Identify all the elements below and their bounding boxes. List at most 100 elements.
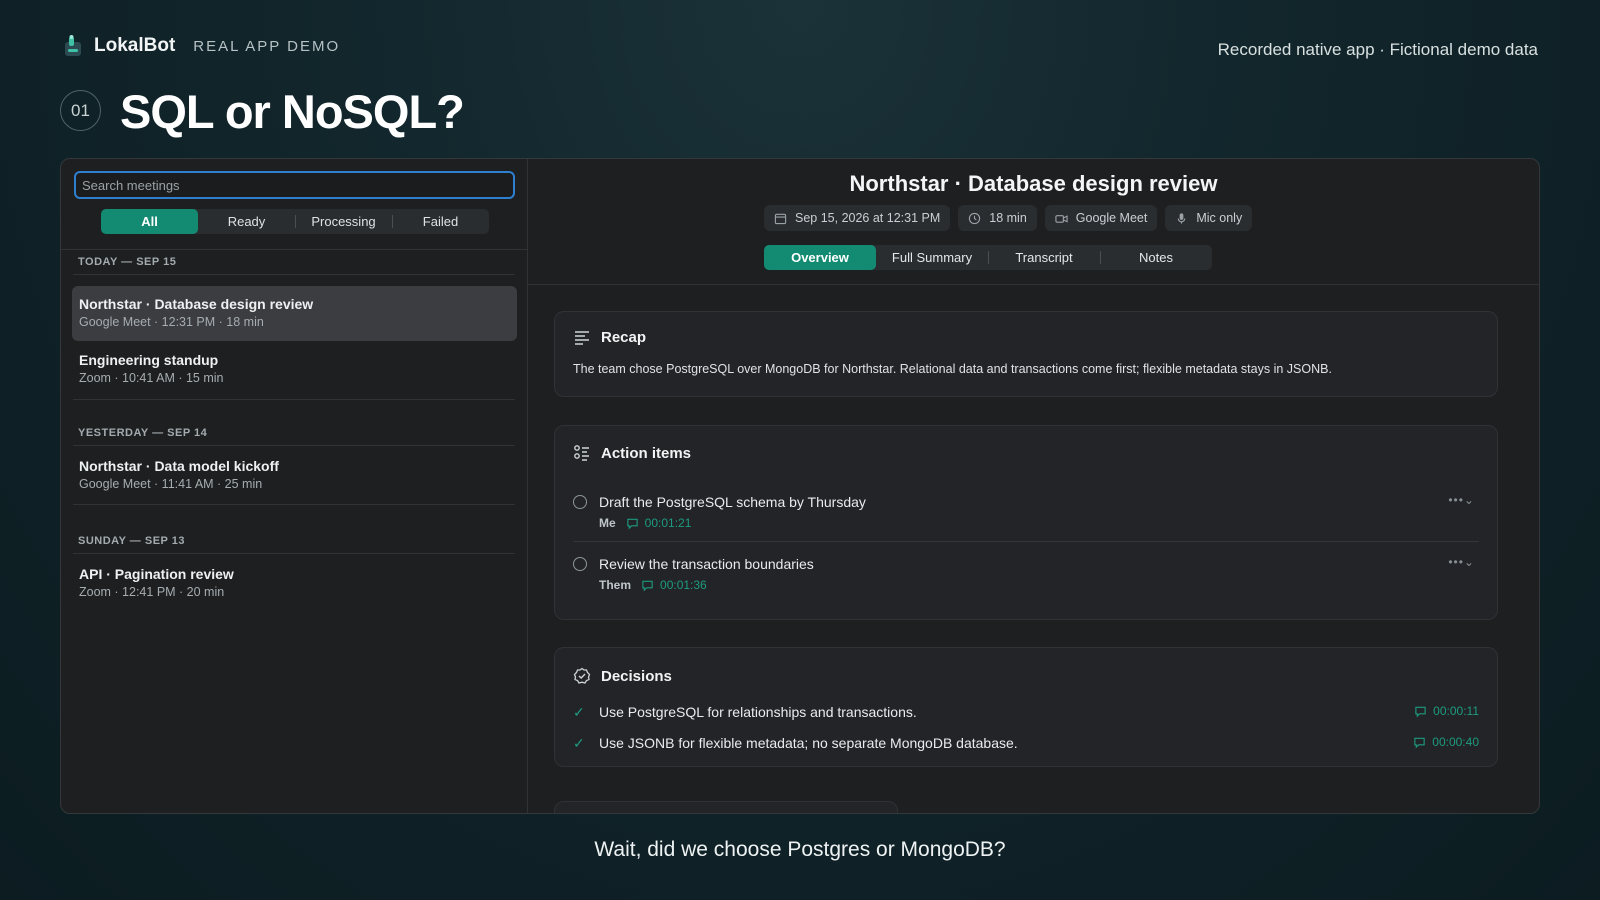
date-chip: Sep 15, 2026 at 12:31 PM [764,205,951,231]
meeting-meta: Google Meet · 12:31 PM · 18 min [79,315,264,329]
action-item-checkbox[interactable] [573,495,587,509]
decision-timestamp: 00:00:40 [1432,735,1479,749]
recap-heading: Recap [601,328,647,346]
meeting-platform: Google Meet [1075,211,1148,225]
divider [73,399,515,400]
comment-icon [1415,706,1426,717]
action-items-heading: Action items [601,444,692,462]
step-number: 01 [60,90,101,131]
divider [61,249,527,250]
filter-ready[interactable]: Ready [198,209,295,234]
decisions-header: Decisions [573,667,672,685]
next-card-peek [554,801,898,813]
divider [73,504,515,505]
divider [73,553,515,554]
meeting-audio: Mic only [1196,211,1243,225]
meeting-date: Sep 15, 2026 at 12:31 PM [795,211,941,225]
app-window: All Ready Processing Failed TODAY — SEP … [60,158,1540,814]
meeting-title: API · Pagination review [79,566,234,582]
comment-icon [1414,737,1425,748]
meeting-meta-chips: Sep 15, 2026 at 12:31 PM 18 min Google M… [764,205,1253,231]
action-item-text: Review the transaction boundaries [599,556,814,572]
more-icon[interactable]: •••⌄ [1448,493,1475,507]
meeting-duration: 18 min [989,211,1027,225]
check-icon: ✓ [573,735,585,751]
status-filter: All Ready Processing Failed [101,209,489,234]
group-heading: SUNDAY — SEP 13 [78,535,185,547]
decision-text: Use JSONB for flexible metadata; no sepa… [599,735,1018,751]
meeting-sidebar: All Ready Processing Failed TODAY — SEP … [61,159,528,813]
meeting-list-item[interactable]: Engineering standup Zoom · 10:41 AM · 15… [72,342,517,397]
decisions-badge-icon [573,667,591,684]
action-item-timestamp[interactable]: 00:01:21 [645,516,692,530]
action-item-text: Draft the PostgreSQL schema by Thursday [599,494,866,510]
decisions-card: Decisions ✓ Use PostgreSQL for relations… [554,647,1498,767]
video-icon [1055,214,1068,223]
tab-overview[interactable]: Overview [764,245,876,270]
lokalbot-logo-icon [65,35,81,56]
recap-text: The team chose PostgreSQL over MongoDB f… [573,362,1332,376]
meeting-list-item[interactable]: Northstar · Data model kickoff Google Me… [72,448,517,503]
tab-notes[interactable]: Notes [1100,245,1212,270]
brand-tag: REAL APP DEMO [193,37,341,55]
headline: SQL or NoSQL? [120,85,465,138]
divider [73,274,515,275]
meeting-meta: Zoom · 12:41 PM · 20 min [79,585,225,599]
recap-lines-icon [575,331,589,345]
divider [528,284,1539,285]
action-items-card: Action items Draft the PostgreSQL schema… [554,425,1498,620]
meeting-title: Engineering standup [79,352,219,368]
filter-all[interactable]: All [101,209,198,234]
brand: LokalBot REAL APP DEMO [62,34,340,58]
audio-chip: Mic only [1165,205,1253,231]
decision-text: Use PostgreSQL for relationships and tra… [599,704,917,720]
search-input[interactable] [74,171,515,199]
action-item: Review the transaction boundaries Them 0… [573,553,1479,615]
action-item-timestamp[interactable]: 00:01:36 [660,578,707,592]
duration-chip: 18 min [958,205,1037,231]
comment-icon [626,518,638,529]
meeting-meta: Zoom · 10:41 AM · 15 min [79,371,224,385]
divider [573,541,1479,542]
action-item-meta: Me 00:01:21 [599,516,691,530]
mic-icon [1178,212,1186,224]
decision-item: ✓ Use JSONB for flexible metadata; no se… [573,733,1479,755]
decision-item: ✓ Use PostgreSQL for relationships and t… [573,702,1479,724]
platform-chip: Google Meet [1044,205,1158,231]
action-item-checkbox[interactable] [573,557,587,571]
more-icon[interactable]: •••⌄ [1448,555,1475,569]
check-icon: ✓ [573,704,585,720]
filter-failed[interactable]: Failed [392,209,489,234]
meeting-detail: Northstar · Database design review Sep 1… [528,159,1539,813]
brand-name: LokalBot [94,35,176,56]
meeting-meta: Google Meet · 11:41 AM · 25 min [79,477,263,491]
meeting-title: Northstar · Data model kickoff [79,458,279,474]
meeting-list-item[interactable]: Northstar · Database design review Googl… [72,286,517,341]
recap-header: Recap [573,328,1479,346]
group-heading: TODAY — SEP 15 [78,256,177,268]
meeting-title: Northstar · Database design review [79,296,314,312]
filter-processing[interactable]: Processing [295,209,392,234]
decision-timestamp: 00:00:11 [1433,704,1479,718]
tab-transcript[interactable]: Transcript [988,245,1100,270]
action-item-meta: Them 00:01:36 [599,578,707,592]
calendar-icon [774,213,787,224]
decision-timestamp-link[interactable]: 00:00:40 [1413,735,1479,749]
action-list-icon [574,445,589,461]
decisions-heading: Decisions [601,667,672,685]
action-item: Draft the PostgreSQL schema by Thursday … [573,491,1479,553]
group-heading: YESTERDAY — SEP 14 [78,427,208,439]
tab-full-summary[interactable]: Full Summary [876,245,988,270]
meeting-list-item[interactable]: API · Pagination review Zoom · 12:41 PM … [72,556,517,611]
clock-icon [969,212,981,224]
comment-icon [642,580,653,591]
recap-card: Recap The team chose PostgreSQL over Mon… [554,311,1498,397]
action-item-owner: Them [599,578,632,592]
divider [73,445,515,446]
meeting-detail-title: Northstar · Database design review [849,171,1218,196]
action-item-owner: Me [599,516,616,530]
top-note: Recorded native app · Fictional demo dat… [1217,40,1538,59]
meeting-tabs: Overview Full Summary Transcript Notes [764,245,1212,270]
action-items-header: Action items [573,444,691,462]
decision-timestamp-link[interactable]: 00:00:11 [1414,704,1479,718]
